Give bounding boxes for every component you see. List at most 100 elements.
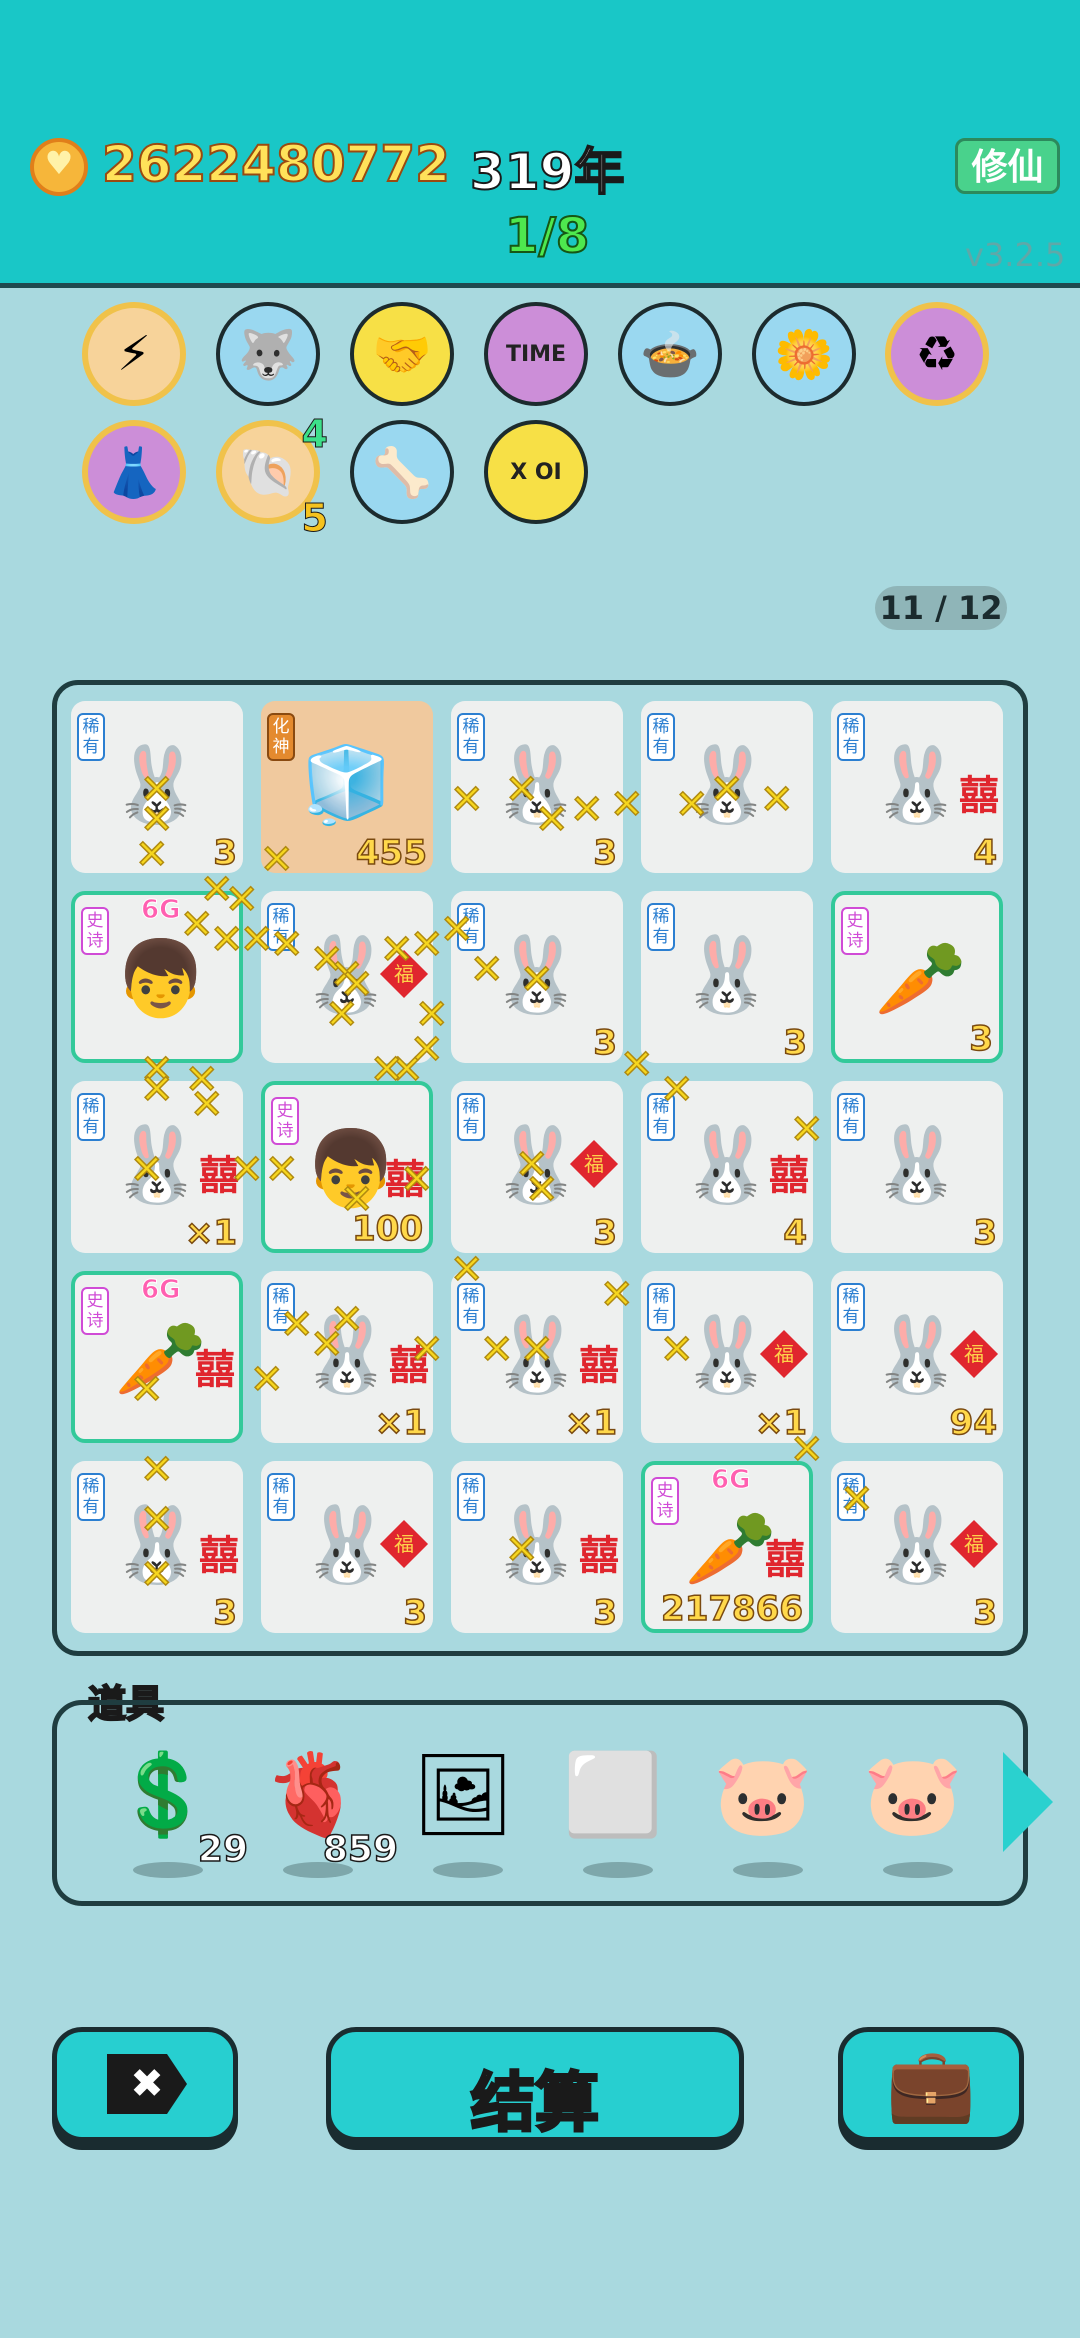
duck-pot-icon[interactable]: 🍲 [618,302,722,406]
cell-value: ×1 [564,1402,618,1444]
husky-dog-icon[interactable]: 🐺 [216,302,320,406]
piggy-bank-item-icon: 🐷 [863,1748,963,1841]
shell-icon-glyph: 🐚 [238,444,298,501]
prop-item[interactable]: 🖼 [408,1740,528,1878]
prop-item[interactable]: 🐷 [858,1740,978,1878]
prop-item[interactable]: 💲 29 [108,1740,249,1878]
rarity-tag: 稀有 [77,713,105,761]
prop-item[interactable]: 🐷 [708,1740,828,1878]
x-mark: ✕ [379,927,414,973]
item-shadow [883,1862,953,1878]
bag-button[interactable]: 💼 [838,2027,1024,2142]
exit-button[interactable]: ✖ [52,2027,238,2142]
rarity-tag: 史诗 [81,1287,109,1335]
double-happiness-icon: 囍 [195,1347,235,1393]
x-mark: ✕ [609,782,644,828]
prop-item[interactable]: 🫀 859 [258,1740,399,1878]
recycle-icon-glyph: ♻ [915,326,959,382]
x-mark: ✕ [129,1147,164,1193]
x-mark: ✕ [409,1327,444,1373]
x-mark: ✕ [179,902,214,948]
next-arrow-icon[interactable] [1003,1752,1053,1852]
skirt-icon[interactable]: 👗 [82,420,186,524]
rarity-tag: 稀有 [837,1283,865,1331]
x-mark: ✕ [134,832,169,878]
coin-icon [30,138,88,196]
fortune-glyph: 福 [964,1342,984,1366]
item-shadow [583,1862,653,1878]
rarity-tag: 稀有 [647,1283,675,1331]
x-mark: ✕ [504,1527,539,1573]
x-mark: ✕ [709,767,744,813]
x-mark: ✕ [339,1177,374,1223]
x-mark: ✕ [479,1327,514,1373]
board-cell[interactable]: 史诗 🥕 3 [831,891,1003,1063]
item-count: 859 [322,1828,399,1871]
recycle-icon[interactable]: ♻ [885,302,989,406]
x-mark: ✕ [249,1357,284,1403]
x-mark: ✕ [659,1067,694,1113]
cell-value: 3 [973,1592,998,1634]
x-mark: ✕ [839,1477,874,1523]
top-bar: 2622480772 319年 1/8 修仙 v3.2.5 [0,0,1080,288]
cell-value: 3 [593,1212,618,1254]
cell-value: 3 [213,1592,238,1634]
lightning-icon[interactable]: ⚡ [82,302,186,406]
board-cell[interactable]: 史诗 🥕 囍 6G [71,1271,243,1443]
cell-art-icon: 🐰 [680,1122,774,1208]
cell-value: 3 [783,1022,808,1064]
double-happiness-icon: 囍 [765,1537,805,1583]
settle-label: 结算 [470,2066,601,2143]
board-cell[interactable]: 史诗 🥕 囍 6G 217866 [641,1461,813,1633]
rarity-tag: 化神 [267,713,295,761]
fortune-icon: 福 [759,1329,809,1379]
x-mark: ✕ [409,922,444,968]
flower-pot-icon[interactable]: 🌼 [752,302,856,406]
x-mark: ✕ [399,1157,434,1203]
x-mark: ✕ [139,1067,174,1113]
xiuxian-button[interactable]: 修仙 [955,138,1060,194]
version-label: v3.2.5 [965,236,1066,274]
slot-counter: 11 / 12 [875,586,1007,630]
x-mark: ✕ [239,917,274,963]
year-display: 319年 [469,142,625,202]
rarity-tag: 稀有 [267,1473,295,1521]
x-mark: ✕ [279,1302,314,1348]
x-mark: ✕ [659,1327,694,1373]
shell-icon[interactable]: 🐚 4 5 [216,412,329,541]
fortune-icon: 福 [379,1519,429,1569]
prop-item[interactable]: ⬜ [558,1740,678,1878]
cell-value: 3 [973,1212,998,1254]
grade-label: 6G [140,895,181,926]
rarity-tag: 稀有 [837,713,865,761]
dog-bowl-icon[interactable]: 🦴 [350,420,454,524]
x-mark: ✕ [524,1167,559,1213]
rarity-tag: 稀有 [837,1093,865,1141]
chip-icon-glyph: X OI [510,459,562,485]
board-cell[interactable]: 稀有 🐰 福 3 [261,1461,433,1634]
x-mark: ✕ [229,1147,264,1193]
double-happiness-icon: 囍 [579,1533,619,1579]
item-shadow [733,1862,803,1878]
cell-value: ×1 [374,1402,428,1444]
cell-value: ×1 [184,1212,238,1254]
handshake-icon[interactable]: 🤝 [350,302,454,406]
duck-pot-icon-glyph: 🍲 [640,326,700,383]
item-count: 29 [197,1828,249,1871]
board-cell[interactable]: 稀有 🐰 福 94 [831,1271,1003,1444]
x-mark: ✕ [674,782,709,828]
board-cell[interactable]: 稀有 🐰 3 [641,891,813,1064]
fortune-icon: 福 [569,1139,619,1189]
x-mark: ✕ [599,1272,634,1318]
cell-value: 3 [593,1022,618,1064]
flower-pot-icon-glyph: 🌼 [774,326,834,383]
settle-button[interactable]: 结算 [326,2027,744,2143]
chip-icon[interactable]: X OI [484,420,588,524]
board-cell[interactable]: 稀有 🐰 3 [831,1081,1003,1254]
x-mark: ✕ [504,767,539,813]
double-happiness-icon: 囍 [959,773,999,819]
board-cell[interactable]: 稀有 🐰 囍 4 [831,701,1003,874]
time-portrait-icon[interactable]: TIME [484,302,588,406]
cell-art-icon: 🐰 [680,932,774,1018]
cell-art-icon: 🐰 [870,742,964,828]
